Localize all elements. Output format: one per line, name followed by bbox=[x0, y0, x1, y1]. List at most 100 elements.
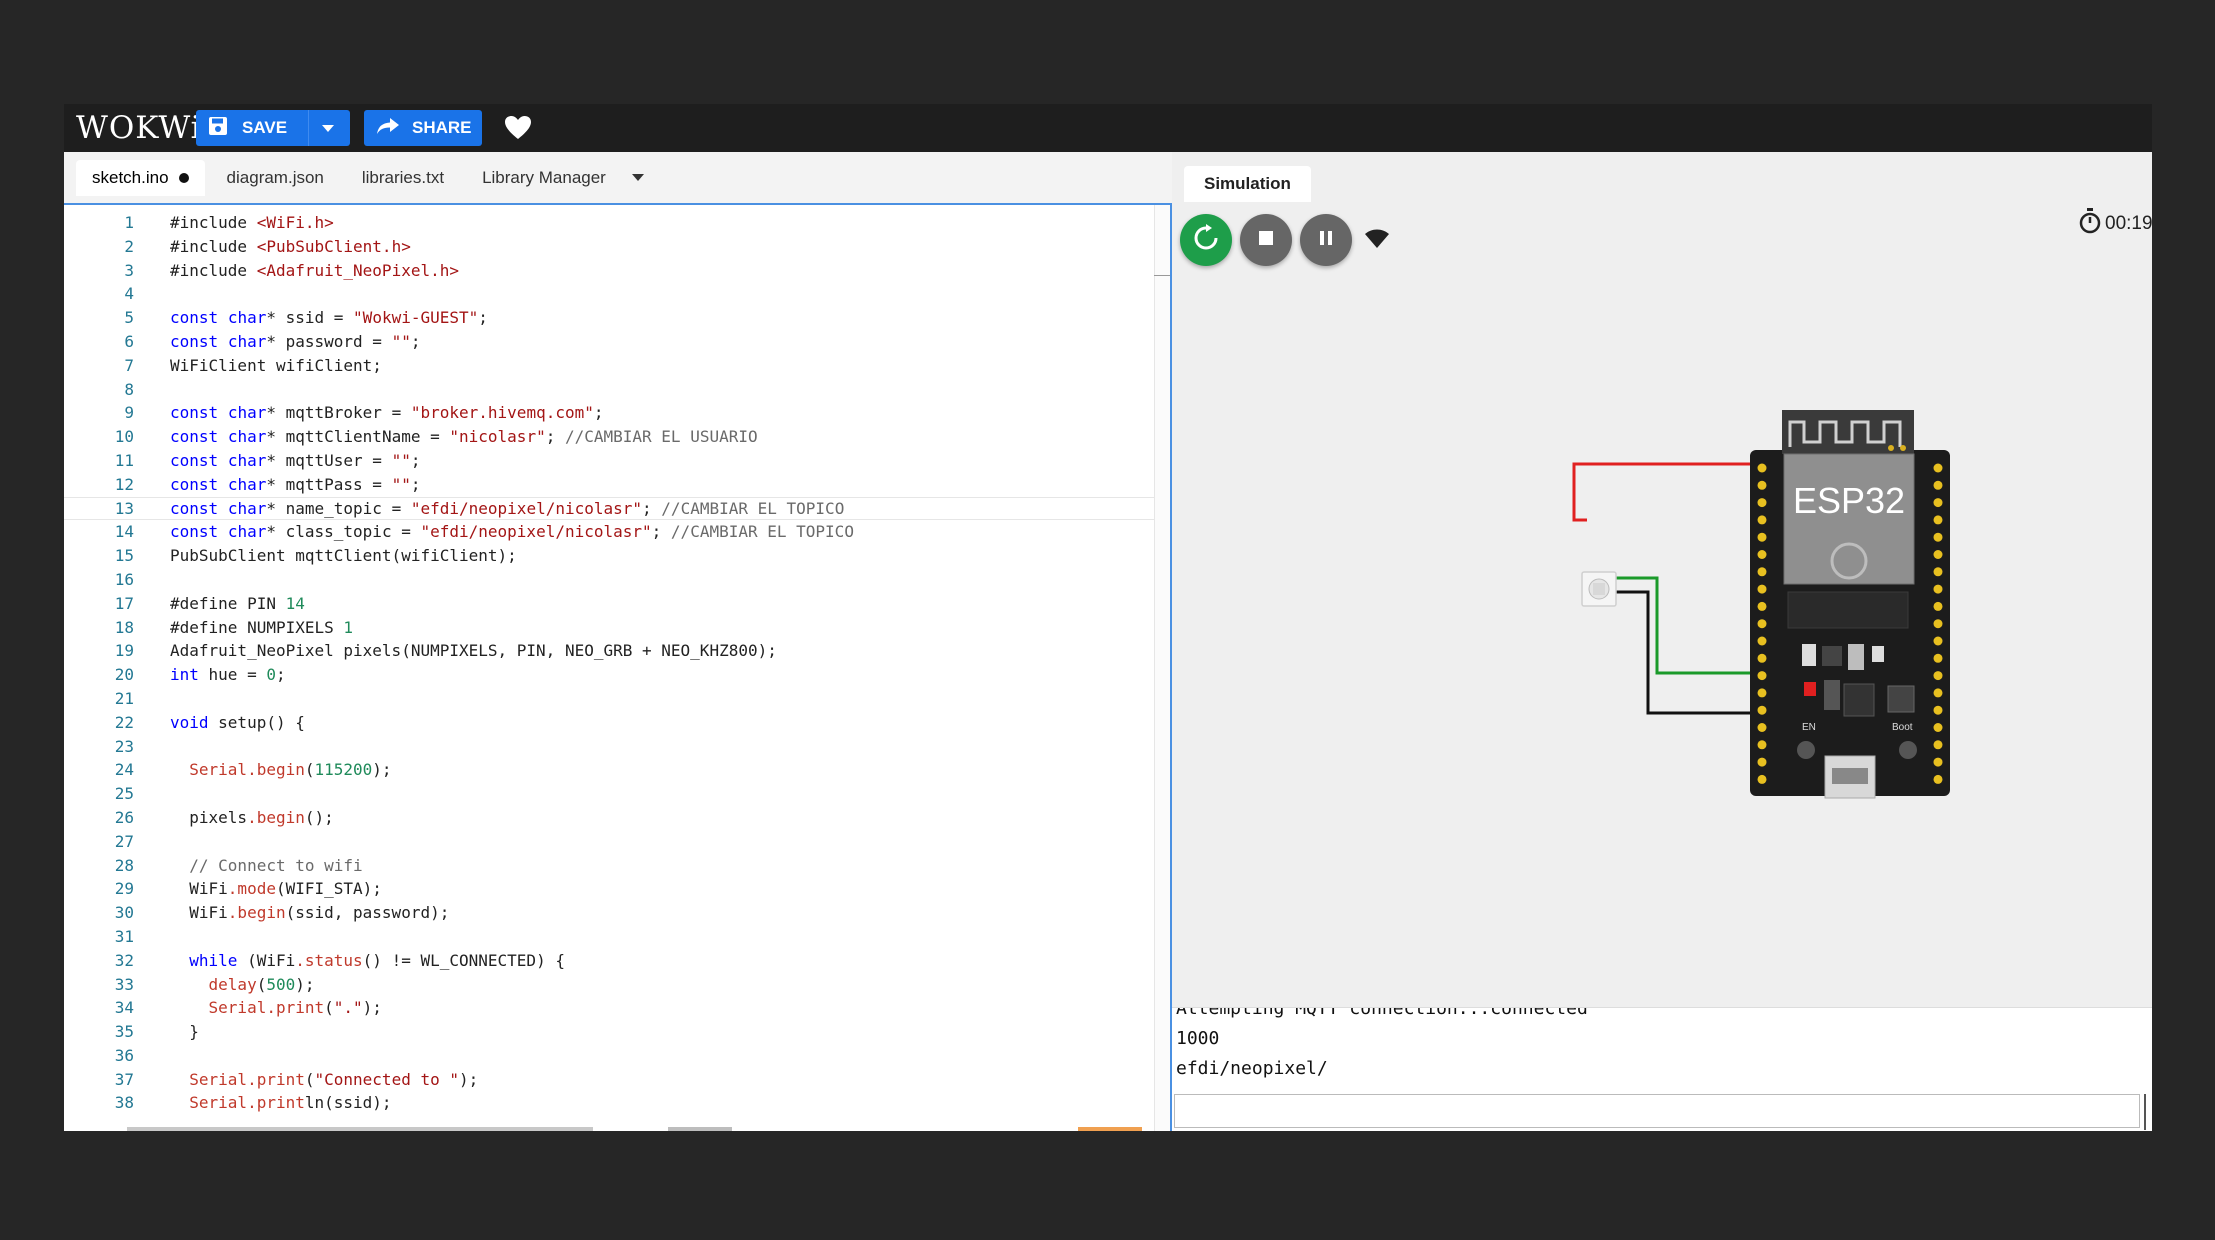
line-number: 2 bbox=[124, 236, 134, 256]
code-line: 5 const char* ssid = "Wokwi-GUEST"; bbox=[64, 306, 1164, 330]
vertical-scrollbar[interactable] bbox=[1154, 205, 1170, 1131]
header-pin[interactable] bbox=[1757, 463, 1767, 473]
header-pin[interactable] bbox=[1933, 740, 1943, 750]
tab-diagram-json[interactable]: diagram.json bbox=[211, 160, 340, 196]
line-text: const char* class_topic = "efdi/neopixel… bbox=[170, 522, 854, 542]
wokwi-logo[interactable]: WOKWi bbox=[76, 110, 201, 146]
code-line: 6 const char* password = ""; bbox=[64, 330, 1164, 354]
code-line: 38 Serial.println(ssid); bbox=[64, 1091, 1164, 1115]
header-pin[interactable] bbox=[1933, 550, 1943, 559]
share-button[interactable]: SHARE bbox=[364, 110, 482, 146]
header-pin[interactable] bbox=[1933, 636, 1943, 646]
line-number: 19 bbox=[114, 641, 134, 661]
header-pin[interactable] bbox=[1933, 757, 1943, 767]
scroll-marker bbox=[1078, 1127, 1142, 1131]
header-pin[interactable] bbox=[1933, 705, 1943, 715]
code-line: 35 } bbox=[64, 1020, 1164, 1044]
line-number: 1 bbox=[124, 213, 134, 232]
line-text: Adafruit_NeoPixel pixels(NUMPIXELS, PIN,… bbox=[170, 641, 777, 661]
header-pin[interactable] bbox=[1933, 463, 1943, 473]
header-pin[interactable] bbox=[1757, 757, 1767, 767]
code-line: 14 const char* class_topic = "efdi/neopix… bbox=[64, 520, 1164, 544]
vertical-scrollbar-thumb[interactable] bbox=[1154, 205, 1170, 276]
top-bar: WOKWi SAVE SHARE bbox=[64, 104, 2152, 152]
line-text: } bbox=[170, 1022, 199, 1042]
save-label: SAVE bbox=[242, 118, 288, 137]
header-pin[interactable] bbox=[1933, 723, 1943, 732]
chevron-down-icon[interactable] bbox=[631, 174, 644, 181]
header-pin[interactable] bbox=[1933, 584, 1943, 594]
line-number: 15 bbox=[114, 546, 134, 566]
header-pin[interactable] bbox=[1933, 480, 1943, 490]
esp32-board[interactable]: ESP32 EN Boot bbox=[1750, 410, 1950, 799]
line-text: WiFi.mode(WIFI_STA); bbox=[170, 879, 382, 899]
circuit-canvas[interactable]: ESP32 EN Boot bbox=[1172, 152, 2152, 1007]
header-pin[interactable] bbox=[1757, 774, 1767, 784]
header-pin[interactable] bbox=[1757, 498, 1767, 508]
horizontal-scrollbar-thumb[interactable] bbox=[127, 1127, 593, 1131]
code-line: 12 const char* mqttPass = ""; bbox=[64, 473, 1164, 497]
line-number: 7 bbox=[124, 355, 134, 375]
line-number: 13 bbox=[114, 498, 134, 518]
header-pin[interactable] bbox=[1757, 550, 1767, 559]
header-pin[interactable] bbox=[1757, 723, 1767, 732]
line-text: const char* name_topic = "efdi/neopixel/… bbox=[170, 498, 845, 518]
header-pin[interactable] bbox=[1757, 480, 1767, 490]
header-pin[interactable] bbox=[1933, 619, 1943, 629]
tab-library-manager[interactable]: Library Manager bbox=[466, 160, 622, 196]
line-text: Serial.begin(115200); bbox=[189, 760, 392, 780]
line-number: 9 bbox=[124, 403, 134, 423]
header-pin[interactable] bbox=[1933, 653, 1943, 663]
header-pin[interactable] bbox=[1933, 532, 1943, 542]
scroll-marker bbox=[668, 1127, 732, 1131]
tab-sketch-ino[interactable]: sketch.ino bbox=[76, 159, 205, 196]
header-pin[interactable] bbox=[1933, 774, 1943, 784]
line-number: 20 bbox=[114, 665, 134, 685]
header-pin[interactable] bbox=[1933, 688, 1943, 698]
header-pin[interactable] bbox=[1757, 688, 1767, 698]
line-number: 33 bbox=[114, 974, 134, 994]
header-pin[interactable] bbox=[1933, 515, 1943, 525]
header-pin[interactable] bbox=[1933, 671, 1943, 681]
line-number: 14 bbox=[114, 522, 134, 542]
code-editor[interactable]: 1 #include <WiFi.h> 2 #include <PubSubClien… bbox=[64, 203, 1172, 1131]
header-pin[interactable] bbox=[1757, 671, 1767, 681]
code-line: 34 Serial.print("."); bbox=[64, 996, 1164, 1020]
header-pin[interactable] bbox=[1757, 601, 1767, 611]
black-wire bbox=[1602, 590, 1762, 715]
line-number: 27 bbox=[114, 831, 134, 851]
serial-input[interactable] bbox=[1174, 1094, 2140, 1128]
header-pin[interactable] bbox=[1757, 705, 1767, 715]
code-line: 37 Serial.print("Connected to "); bbox=[64, 1068, 1164, 1092]
header-pin[interactable] bbox=[1757, 653, 1767, 663]
serial-scrollbar[interactable] bbox=[2144, 1094, 2146, 1130]
serial-output: Attempting MQTT connection...connected 1… bbox=[1172, 1008, 1588, 1084]
header-pin[interactable] bbox=[1933, 601, 1943, 611]
chevron-down-icon[interactable] bbox=[322, 125, 334, 132]
header-pin[interactable] bbox=[1757, 740, 1767, 750]
simulation-pane: Simulation 00:19 ESP32 EN Boot Attemptin… bbox=[1172, 152, 2152, 1131]
wokwi-app: WOKWi SAVE SHARE sketch.ino diagram.json… bbox=[64, 104, 2152, 1131]
save-button[interactable]: SAVE bbox=[196, 110, 350, 146]
header-pin[interactable] bbox=[1933, 498, 1943, 508]
code-line: 24 Serial.begin(115200); bbox=[64, 758, 1164, 782]
header-pin[interactable] bbox=[1757, 567, 1767, 577]
header-pin[interactable] bbox=[1757, 619, 1767, 629]
line-number: 6 bbox=[124, 331, 134, 351]
tab-libraries-txt[interactable]: libraries.txt bbox=[346, 160, 460, 196]
header-pin[interactable] bbox=[1933, 567, 1943, 577]
line-number: 36 bbox=[114, 1045, 134, 1065]
header-pin[interactable] bbox=[1757, 532, 1767, 542]
line-number: 25 bbox=[114, 784, 134, 804]
neopixel-led[interactable] bbox=[1581, 571, 1617, 607]
line-number: 12 bbox=[114, 474, 134, 494]
header-pin[interactable] bbox=[1757, 515, 1767, 525]
heart-icon[interactable] bbox=[504, 114, 532, 142]
red-wire bbox=[1572, 462, 1756, 522]
code-line: 1 #include <WiFi.h> bbox=[64, 211, 1164, 235]
line-number: 4 bbox=[124, 284, 134, 304]
header-pin[interactable] bbox=[1757, 584, 1767, 594]
code-line: 15 PubSubClient mqttClient(wifiClient); bbox=[64, 544, 1164, 568]
header-pin[interactable] bbox=[1757, 636, 1767, 646]
line-text: void setup() { bbox=[170, 712, 305, 732]
